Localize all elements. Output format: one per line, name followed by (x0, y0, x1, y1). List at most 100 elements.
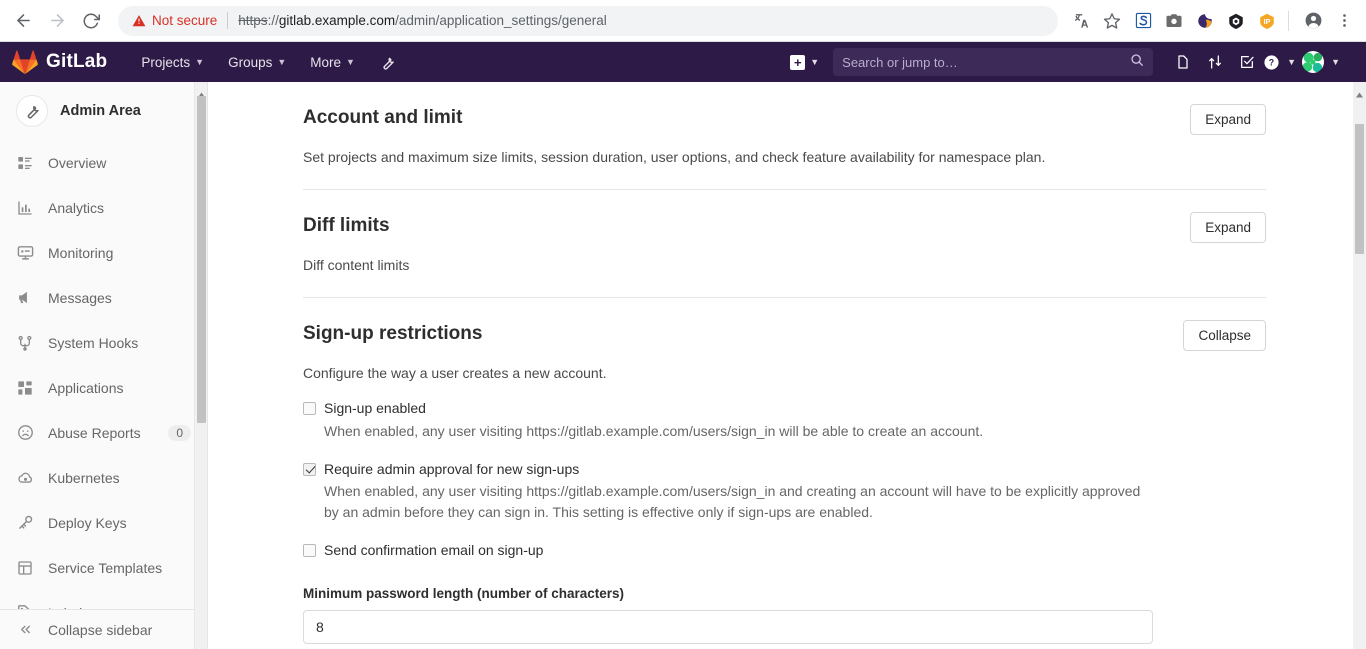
section-header: Account and limit Expand (303, 104, 1266, 135)
abuse-reports-frown-icon (15, 424, 35, 441)
sidebar-scrollbar[interactable] (194, 82, 207, 649)
address-bar[interactable]: Not secure https://gitlab.example.com/ad… (118, 5, 1058, 36)
not-secure-warning-icon (132, 14, 146, 28)
todos-icon[interactable] (1231, 42, 1263, 82)
nav-item-projects[interactable]: Projects ▼ (129, 42, 216, 82)
nav-item-groups-label: Groups (228, 54, 273, 70)
gitlab-brand-label[interactable]: GitLab (46, 51, 107, 73)
section-title: Diff limits (303, 215, 390, 236)
sidebar-item-applications[interactable]: Applications (0, 365, 207, 410)
gitlab-tanuki-logo[interactable] (12, 49, 38, 75)
sidebar-item-label: Analytics (48, 199, 105, 216)
scroll-up-icon[interactable] (1356, 85, 1363, 103)
service-templates-icon (15, 560, 35, 576)
svg-text:IP: IP (1263, 17, 1270, 26)
overview-icon (15, 155, 35, 171)
sidebar-item-label: Overview (48, 154, 107, 171)
settings-main: Account and limit Expand Set projects an… (208, 82, 1366, 649)
issues-icon[interactable] (1167, 42, 1199, 82)
profile-avatar-icon[interactable] (1299, 7, 1327, 35)
expand-button-account-and-limit[interactable]: Expand (1190, 104, 1266, 135)
chevron-down-icon: ▼ (277, 57, 287, 67)
extension-eclipse-icon[interactable] (1191, 7, 1219, 35)
applications-grid-icon (15, 380, 35, 396)
not-secure-label: Not secure (152, 13, 218, 28)
send-confirmation-email-checkbox[interactable] (303, 544, 316, 557)
sidebar-item-overview[interactable]: Overview (0, 140, 207, 185)
abuse-reports-badge: 0 (168, 424, 191, 441)
sidebar-item-messages[interactable]: Messages (0, 275, 207, 320)
checkbox-row-send-confirmation-email[interactable]: Send confirmation email on sign-up (303, 542, 1266, 560)
extension-shield-icon[interactable] (1222, 7, 1250, 35)
main-scrollbar[interactable] (1353, 82, 1366, 649)
require-admin-approval-checkbox[interactable] (303, 462, 316, 476)
sidebar-item-system-hooks[interactable]: System Hooks (0, 320, 207, 365)
url-host: gitlab.example.com (278, 13, 396, 28)
chevron-down-icon: ▼ (346, 57, 355, 67)
new-item-button[interactable]: + ▼ (784, 54, 825, 70)
sidebar-item-monitoring[interactable]: Monitoring (0, 230, 207, 275)
sidebar-item-kubernetes[interactable]: Kubernetes (0, 455, 207, 500)
collapse-sidebar-label: Collapse sidebar (48, 621, 153, 638)
translate-icon[interactable] (1067, 7, 1095, 35)
expand-button-diff-limits[interactable]: Expand (1190, 212, 1266, 243)
checkbox-row-signup-enabled[interactable]: Sign-up enabled When enabled, any user v… (303, 400, 1266, 442)
admin-wrench-icon[interactable] (367, 54, 408, 71)
chevron-down-icon: ▼ (810, 57, 820, 67)
reload-icon[interactable] (76, 6, 106, 36)
help-icon[interactable]: ? ▼ (1263, 42, 1296, 82)
search-placeholder: Search or jump to… (842, 54, 958, 70)
search-input[interactable]: Search or jump to… (833, 48, 1154, 76)
back-arrow-icon[interactable] (8, 6, 38, 36)
nav-item-groups[interactable]: Groups ▼ (216, 42, 298, 82)
admin-sidebar: Admin Area Overview Analytics Monitoring (0, 82, 208, 649)
section-header: Sign-up restrictions Collapse (303, 320, 1266, 351)
sidebar-item-label: Kubernetes (48, 469, 120, 486)
sidebar-item-abuse-reports[interactable]: Abuse Reports 0 (0, 410, 207, 455)
sidebar-item-service-templates[interactable]: Service Templates (0, 545, 207, 590)
sidebar-item-label: Applications (48, 379, 124, 396)
omnibox-divider (227, 12, 229, 29)
collapse-button-signup-restrictions[interactable]: Collapse (1183, 320, 1266, 351)
chevron-down-icon: ▼ (195, 57, 205, 67)
merge-requests-icon[interactable] (1199, 42, 1231, 82)
sidebar-item-deploy-keys[interactable]: Deploy Keys (0, 500, 207, 545)
extension-ip-icon[interactable]: IP (1253, 7, 1281, 35)
bookmark-star-icon[interactable] (1098, 7, 1126, 35)
sidebar-item-label: Abuse Reports (48, 424, 141, 441)
extension-s-icon[interactable] (1129, 7, 1157, 35)
sidebar-scrollbar-thumb[interactable] (197, 96, 206, 423)
chevron-down-icon: ▼ (1331, 57, 1340, 67)
signup-enabled-help: When enabled, any user visiting https://… (324, 422, 984, 439)
search-icon (1130, 53, 1144, 72)
require-admin-approval-label: Require admin approval for new sign-ups (324, 460, 580, 477)
kubernetes-cloud-icon (15, 469, 35, 486)
checkbox-row-require-admin-approval[interactable]: Require admin approval for new sign-ups … (303, 461, 1266, 524)
section-signup-restrictions: Sign-up restrictions Collapse Configure … (303, 298, 1266, 649)
screenshot-camera-icon[interactable] (1160, 7, 1188, 35)
chrome-menu-icon[interactable] (1330, 7, 1358, 35)
signup-enabled-label: Sign-up enabled (324, 400, 426, 416)
collapse-chevrons-icon (15, 622, 35, 637)
wrench-icon (16, 95, 48, 127)
main-scrollbar-thumb[interactable] (1355, 124, 1364, 254)
svg-text:?: ? (1269, 57, 1274, 67)
browser-toolbar: Not secure https://gitlab.example.com/ad… (0, 0, 1366, 42)
minimum-password-length-input[interactable] (303, 609, 1153, 644)
sidebar-item-label: Service Templates (48, 559, 163, 576)
sidebar-item-label: Messages (48, 289, 112, 306)
nav-item-more[interactable]: More ▼ (298, 42, 367, 82)
messages-megaphone-icon (15, 289, 35, 306)
section-description: Set projects and maximum size limits, se… (303, 149, 1046, 165)
section-description: Diff content limits (303, 257, 410, 273)
signup-enabled-checkbox[interactable] (303, 402, 316, 415)
forward-arrow-icon[interactable] (42, 6, 72, 36)
sidebar-header[interactable]: Admin Area (0, 82, 207, 140)
sidebar-item-label: Deploy Keys (48, 514, 127, 531)
page-body: Admin Area Overview Analytics Monitoring (0, 82, 1366, 649)
url-text: https://gitlab.example.com/admin/applica… (238, 13, 607, 28)
sidebar-item-analytics[interactable]: Analytics (0, 185, 207, 230)
section-description: Configure the way a user creates a new a… (303, 365, 607, 381)
user-menu[interactable]: ▼ (1296, 42, 1340, 82)
collapse-sidebar-button[interactable]: Collapse sidebar (0, 609, 207, 649)
